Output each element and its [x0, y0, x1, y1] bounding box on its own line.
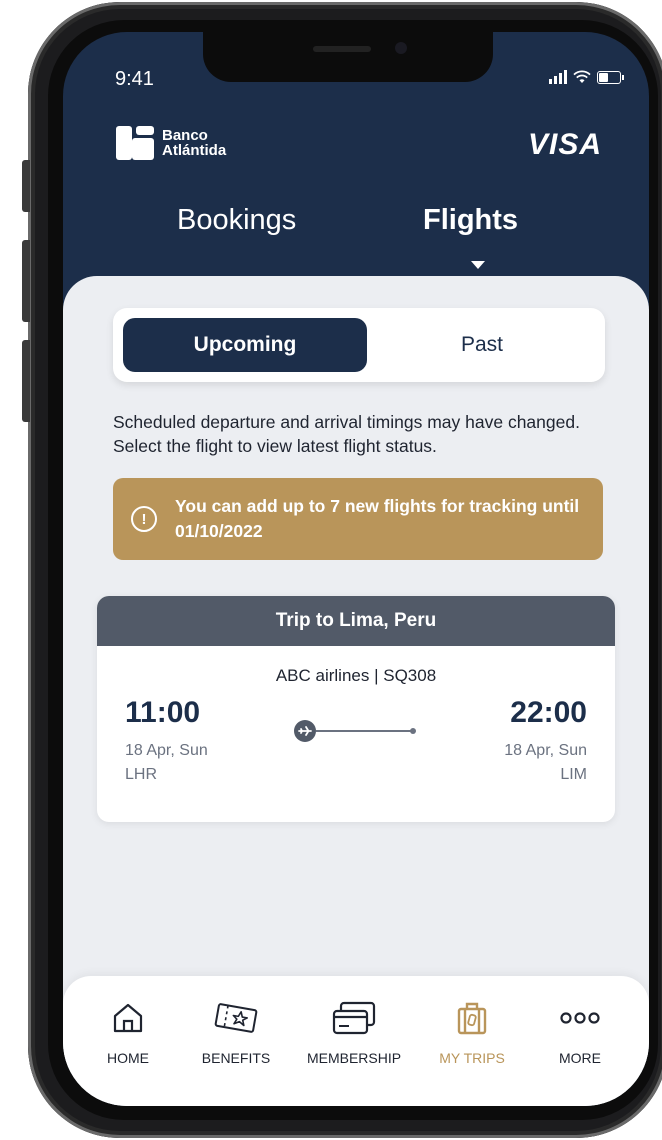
departure-date: 18 Apr, Sun [125, 742, 208, 759]
flight-route-line [294, 720, 418, 742]
cards-icon [332, 1001, 376, 1035]
nav-home-label: HOME [107, 1050, 149, 1066]
bank-logo: Banco Atlántida [116, 126, 226, 160]
segment-past[interactable]: Past [367, 318, 597, 372]
nav-more[interactable]: MORE [525, 996, 635, 1066]
departure-airport: LHR [125, 766, 158, 783]
nav-benefits[interactable]: BENEFITS [181, 996, 291, 1066]
nav-my-trips[interactable]: MY TRIPS [417, 996, 527, 1066]
screen: 9:41 Banco Atlántida VISA Bookings Fligh… [63, 32, 649, 1106]
arrival-time: 22:00 [510, 696, 587, 729]
status-time: 9:41 [115, 68, 154, 90]
nav-membership-label: MEMBERSHIP [306, 1050, 402, 1066]
tracking-limit-alert: ! You can add up to 7 new flights for tr… [113, 478, 603, 560]
tab-bookings[interactable]: Bookings [177, 204, 296, 237]
nav-membership[interactable]: MEMBERSHIP [299, 996, 409, 1066]
schedule-notice: Scheduled departure and arrival timings … [113, 412, 580, 456]
segment-upcoming[interactable]: Upcoming [123, 318, 367, 372]
home-icon [113, 1003, 143, 1033]
wifi-icon [573, 70, 591, 83]
exclamation-circle-icon: ! [131, 506, 157, 532]
bottom-nav: HOME BENEFITS MEMBERSHIP MY TRIPS MORE [63, 976, 649, 1106]
more-dots-icon [560, 1012, 600, 1024]
signal-icon [549, 70, 567, 84]
bank-name-line1: Banco [162, 127, 208, 144]
active-tab-caret-icon [471, 261, 485, 269]
trip-filter-segment: Upcoming Past [113, 308, 605, 382]
airplane-icon [294, 720, 316, 742]
nav-my-trips-label: MY TRIPS [439, 1050, 505, 1066]
arrival-date: 18 Apr, Sun [504, 742, 587, 759]
mute-switch [22, 160, 30, 212]
arrival-airport: LIM [560, 766, 587, 783]
status-icons [549, 70, 624, 84]
notch [203, 32, 493, 82]
airline-flight-number: ABC airlines | SQ308 [275, 666, 437, 685]
trip-title: Trip to Lima, Peru [97, 596, 615, 646]
nav-home[interactable]: HOME [73, 996, 183, 1066]
volume-up-button [22, 240, 30, 322]
bank-name-line2: Atlántida [162, 142, 227, 159]
alert-text: You can add up to 7 new flights for trac… [175, 496, 580, 541]
ticket-star-icon [214, 1003, 258, 1033]
volume-down-button [22, 340, 30, 422]
tab-flights[interactable]: Flights [423, 204, 518, 237]
luggage-icon [457, 1002, 487, 1035]
nav-more-label: MORE [559, 1050, 601, 1066]
speaker [313, 46, 371, 52]
battery-icon [597, 71, 624, 84]
visa-logo: VISA [527, 128, 602, 161]
departure-time: 11:00 [125, 696, 201, 729]
nav-benefits-label: BENEFITS [201, 1050, 271, 1066]
bank-logo-icon [116, 126, 154, 160]
camera [395, 42, 407, 54]
trip-card[interactable]: Trip to Lima, Peru ABC airlines | SQ308 … [97, 596, 615, 822]
